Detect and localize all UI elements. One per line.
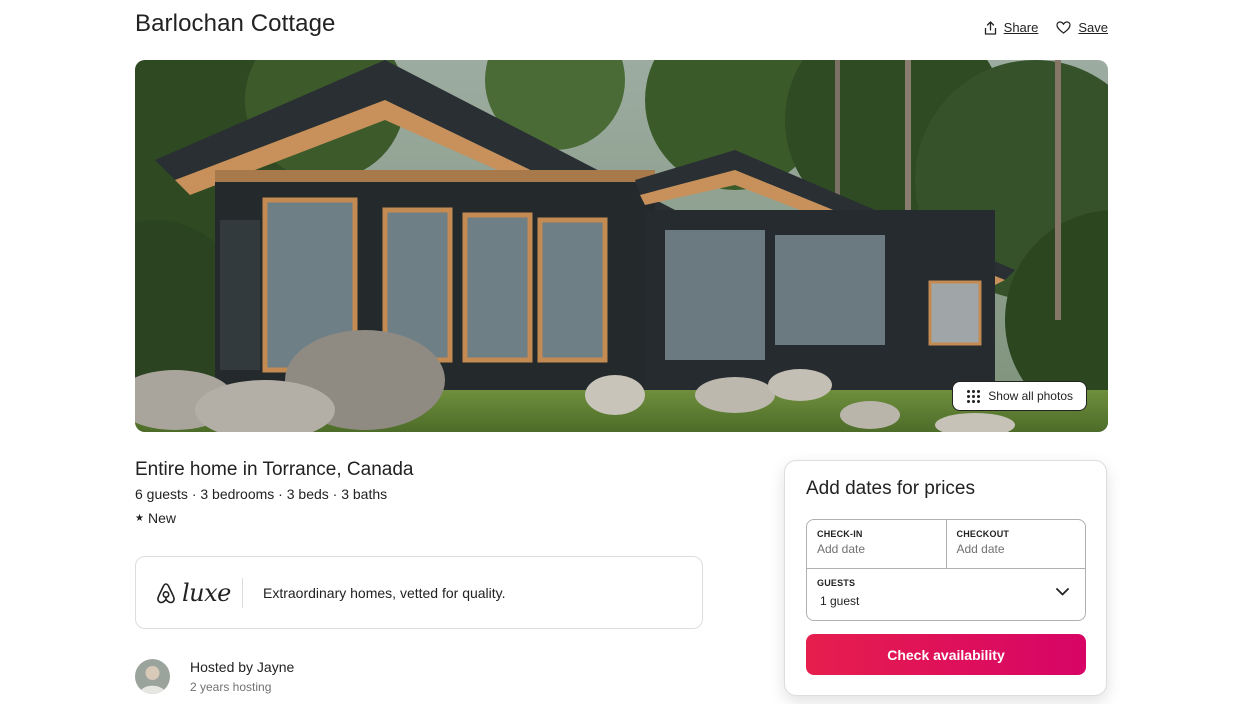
- host-tenure: 2 years hosting: [190, 680, 272, 694]
- hero-photo[interactable]: Show all photos: [135, 60, 1108, 432]
- share-button[interactable]: Share: [984, 20, 1039, 35]
- airbnb-logo-icon: [157, 582, 175, 603]
- host-name: Hosted by Jayne: [190, 659, 295, 675]
- rating-label: New: [147, 510, 176, 526]
- checkout-label: CHECKOUT: [956, 529, 1010, 539]
- host-info: Hosted by Jayne 2 years hosting: [190, 659, 294, 694]
- listing-details: 6 guests · 3 bedrooms · 3 beds · 3 baths: [135, 486, 388, 502]
- host-avatar[interactable]: [135, 659, 170, 694]
- luxe-logo: luxe: [156, 579, 242, 607]
- star-icon: ★: [135, 512, 144, 524]
- share-icon: [984, 20, 996, 35]
- luxe-wordmark: luxe: [182, 578, 231, 607]
- grid-icon: [967, 389, 981, 403]
- guests-value: 1 guest: [820, 594, 860, 608]
- heart-icon: [1056, 21, 1071, 34]
- booking-title: Add dates for prices: [806, 478, 975, 499]
- cottage-photo: [135, 60, 1108, 432]
- luxe-tagline: Extraordinary homes, vetted for quality.: [263, 584, 506, 601]
- date-guest-picker: CHECK-IN Add date CHECKOUT Add date GUES…: [806, 519, 1086, 621]
- show-all-photos-button[interactable]: Show all photos: [952, 381, 1087, 411]
- booking-card: Add dates for prices CHECK-IN Add date C…: [784, 460, 1107, 696]
- host-section: Hosted by Jayne 2 years hosting: [135, 659, 294, 694]
- guests-field[interactable]: GUESTS 1 guest: [807, 569, 1085, 620]
- check-availability-button[interactable]: Check availability: [806, 634, 1086, 675]
- checkout-field[interactable]: CHECKOUT Add date: [945, 520, 1086, 568]
- show-all-photos-label: Show all photos: [988, 389, 1073, 403]
- chevron-down-icon: [1056, 588, 1069, 596]
- luxe-divider: [242, 577, 243, 608]
- save-label: Save: [1078, 20, 1108, 35]
- checkin-label: CHECK-IN: [817, 529, 863, 539]
- rating: ★ New: [135, 510, 176, 526]
- share-label: Share: [1003, 20, 1039, 35]
- save-button[interactable]: Save: [1056, 20, 1108, 35]
- luxe-card: luxe Extraordinary homes, vetted for qua…: [135, 556, 703, 629]
- listing-actions: Share Save: [984, 20, 1108, 35]
- listing-heading: Entire home in Torrance, Canada: [135, 459, 414, 480]
- checkin-field[interactable]: CHECK-IN Add date: [807, 520, 946, 568]
- checkout-value: Add date: [956, 542, 1005, 556]
- listing-title: Barlochan Cottage: [135, 10, 336, 37]
- checkin-value: Add date: [817, 542, 866, 556]
- guests-label: GUESTS: [817, 578, 856, 588]
